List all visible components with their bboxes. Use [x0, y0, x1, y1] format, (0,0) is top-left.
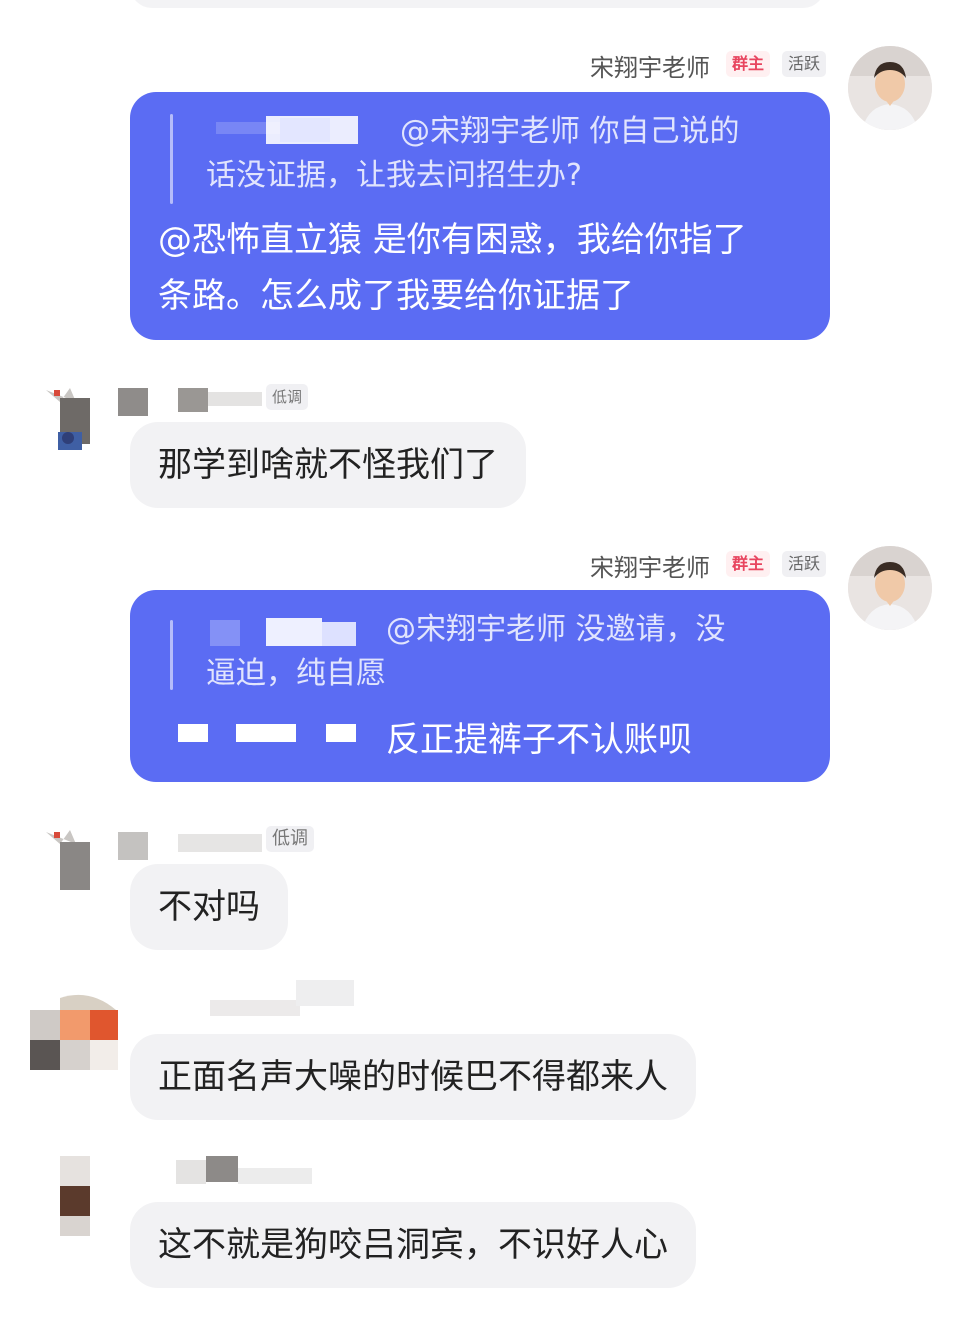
avatar-anonymous[interactable] [40, 824, 128, 912]
active-badge: 活跃 [782, 51, 827, 77]
message-text: 条路。怎么成了我要给你证据了 [158, 276, 634, 316]
blurred-username [178, 388, 208, 412]
blurred-username [118, 832, 148, 860]
low-profile-badge: 低调 [266, 826, 314, 852]
blurred-mention [326, 724, 356, 742]
message-text: @恐怖直立猿 是你有困惑，我给你指了 [158, 220, 747, 260]
quote-text: 逼迫，纯自愿 [206, 656, 386, 691]
sender-name: 宋翔宇老师 [590, 554, 710, 582]
blurred-avatar-icon [46, 830, 90, 890]
avatar-teacher[interactable] [848, 546, 932, 630]
avatar-anonymous[interactable] [30, 988, 118, 1076]
blurred-avatar-icon [46, 388, 90, 450]
blurred-username [206, 1156, 238, 1182]
message-text: 反正提裤子不认账呗 [386, 720, 692, 760]
message-bubble-previous [130, 0, 825, 8]
message-bubble[interactable]: 正面名声大噪的时候巴不得都来人 [130, 1034, 696, 1120]
blurred-badge [296, 980, 354, 1006]
person-avatar-icon [848, 546, 932, 630]
quote-text: @宋翔宇老师 没邀请，没 [386, 612, 726, 647]
blurred-username [178, 834, 262, 852]
owner-badge: 群主 [726, 51, 771, 77]
low-profile-badge: 低调 [266, 384, 309, 410]
active-badge: 活跃 [782, 551, 827, 577]
blurred-username [176, 1160, 206, 1184]
message-bubble[interactable]: 那学到啥就不怪我们了 [130, 422, 526, 508]
person-avatar-icon [848, 46, 932, 130]
message-bubble[interactable]: 不对吗 [130, 864, 288, 950]
blurred-mention [178, 724, 208, 742]
message-bubble-teacher[interactable]: @宋翔宇老师 没邀请，没 逼迫，纯自愿 反正提裤子不认账呗 [130, 590, 830, 782]
avatar-teacher[interactable] [848, 46, 932, 130]
sender-name: 宋翔宇老师 [590, 54, 710, 82]
blurred-username [266, 618, 322, 646]
quote-text: 话没证据，让我去问招生办? [206, 158, 582, 193]
blurred-username [208, 392, 262, 406]
blurred-username [280, 118, 330, 142]
owner-badge: 群主 [726, 551, 771, 577]
blurred-username [322, 622, 356, 646]
message-bubble[interactable]: 这不就是狗咬吕洞宾，不识好人心 [130, 1202, 696, 1288]
quote-bar [170, 620, 173, 690]
blurred-mention [236, 724, 296, 742]
blurred-username [210, 620, 240, 646]
avatar-anonymous[interactable] [40, 380, 128, 468]
blurred-avatar-icon [30, 994, 118, 1070]
quote-bar [170, 114, 173, 204]
blurred-username [118, 388, 148, 416]
blurred-username [238, 1168, 312, 1184]
quote-text: @宋翔宇老师 你自己说的 [400, 114, 740, 149]
blurred-username [210, 1000, 300, 1016]
message-bubble-teacher[interactable]: @宋翔宇老师 你自己说的 话没证据，让我去问招生办? @恐怖直立猿 是你有困惑，… [130, 92, 830, 340]
